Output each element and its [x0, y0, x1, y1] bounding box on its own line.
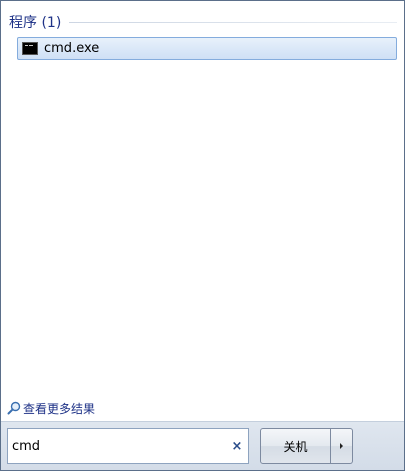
- shutdown-button[interactable]: 关机: [260, 428, 331, 464]
- start-menu-bottom-bar: × 关机: [1, 421, 404, 470]
- group-divider: [69, 21, 397, 23]
- result-item-cmd[interactable]: cmd.exe: [17, 37, 397, 60]
- shutdown-options-button[interactable]: [331, 428, 353, 464]
- results-group-header: 程序 (1): [9, 11, 397, 33]
- search-box: ×: [7, 428, 249, 464]
- magnifier-icon: [7, 401, 21, 415]
- power-controls: 关机: [260, 428, 353, 464]
- see-more-results-label: 查看更多结果: [23, 401, 96, 416]
- search-input[interactable]: [8, 433, 230, 459]
- start-menu: 程序 (1) cmd.exe 查看更多结果 × 关机: [0, 0, 405, 471]
- group-title-programs: 程序 (1): [9, 15, 62, 31]
- see-more-results-link[interactable]: 查看更多结果: [7, 399, 95, 417]
- result-item-label: cmd.exe: [44, 41, 100, 56]
- cmd-icon: [22, 42, 38, 55]
- search-results-pane: 程序 (1) cmd.exe 查看更多结果: [1, 1, 404, 421]
- clear-search-icon[interactable]: ×: [230, 439, 244, 454]
- chevron-right-icon: [340, 443, 343, 449]
